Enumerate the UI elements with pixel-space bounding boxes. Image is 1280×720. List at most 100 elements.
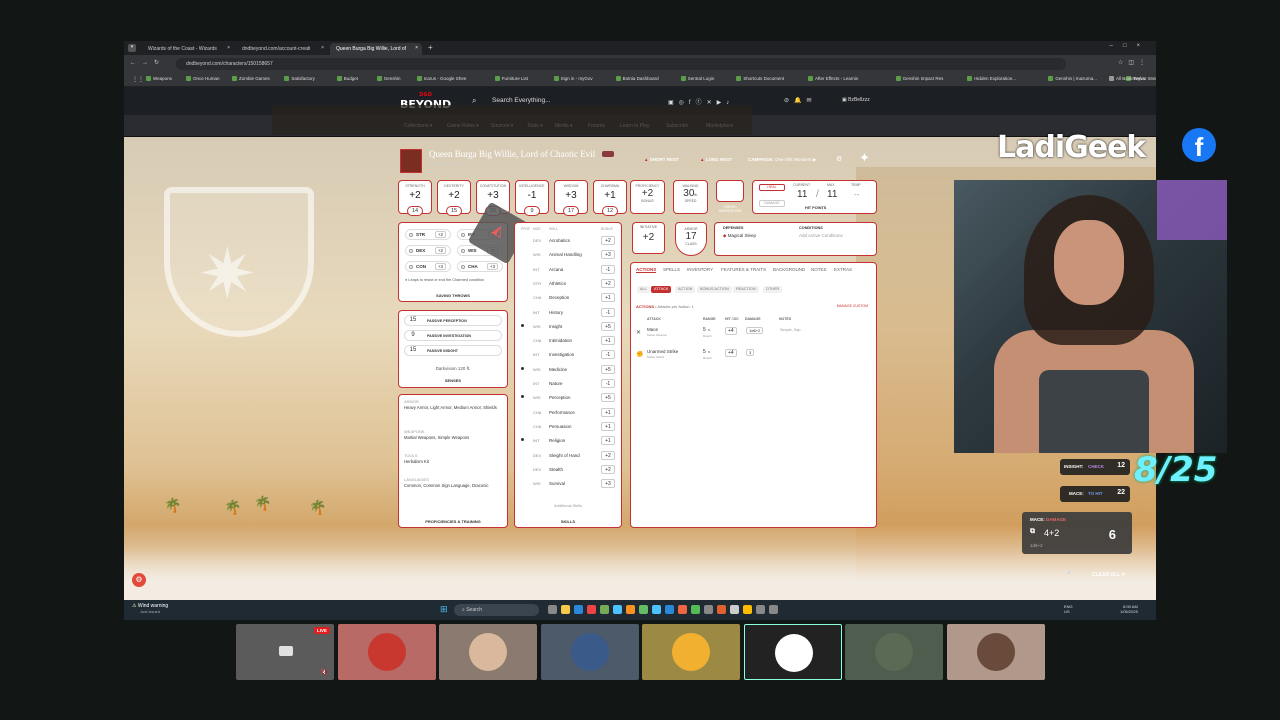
url-input[interactable]: dndbeyond.com/characters/150158657 (176, 58, 1066, 70)
save-dex[interactable]: DEX +2 (405, 245, 451, 256)
bookmark-item[interactable]: Satisfactory (284, 76, 315, 82)
nav-buttons-icon[interactable]: ←→↻ (130, 59, 165, 66)
skill-medicine[interactable]: WIS Medicine +5 (515, 363, 621, 377)
skill-survival[interactable]: WIS Survival +3 (515, 477, 621, 491)
taskbar-app-icon[interactable] (704, 605, 713, 614)
weather-widget[interactable]: ⚠ Wind warning Just issued (132, 603, 168, 614)
bookmark-item[interactable]: After Effects - Learnin (808, 76, 858, 82)
skill-stealth[interactable]: DEX Stealth +2 (515, 463, 621, 477)
character-portrait[interactable] (400, 149, 422, 173)
taskbar-search[interactable]: ⌕ Search (454, 604, 539, 616)
skill-animal-handling[interactable]: WIS Animal Handling +3 (515, 248, 621, 262)
participant-tile[interactable] (540, 624, 639, 680)
roll-mace[interactable]: MACE: TO HIT 22 (1060, 486, 1130, 502)
save-str[interactable]: STR +2 (405, 229, 451, 240)
tab-inventory[interactable]: INVENTORY (687, 267, 713, 272)
close-icon[interactable]: × (321, 45, 324, 51)
hp-temp[interactable]: -- (854, 190, 859, 199)
skill-perception[interactable]: WIS Perception +5 (515, 391, 621, 405)
taskbar-app-icon[interactable] (587, 605, 596, 614)
chevron-up-icon[interactable]: ⌃ (1066, 571, 1072, 579)
bookmark-item[interactable]: Sentral Login (680, 76, 714, 82)
initiative-box[interactable]: INITIATIVE +2 (632, 222, 665, 254)
filter-reaction[interactable]: REACTION (733, 286, 759, 293)
skill-athletics[interactable]: STR Athletics +2 (515, 277, 621, 291)
attack-hit[interactable]: +4 (725, 349, 737, 357)
tab-character[interactable]: Queen Burga Big Willie, Lord of × (330, 43, 422, 55)
taskbar-app-icon[interactable] (665, 605, 674, 614)
windows-start-icon[interactable]: ⊞ (440, 604, 448, 615)
taskbar-app-icon[interactable] (600, 605, 609, 614)
ability-dexterity[interactable]: DEXTERITY +2 15 (437, 180, 471, 216)
skill-history[interactable]: INT History -1 (515, 306, 621, 320)
participant-tile[interactable] (439, 624, 537, 680)
additional-skills[interactable]: Additional Skills (515, 503, 621, 508)
dice-icon[interactable]: ⚙ (132, 573, 146, 587)
class-icon[interactable]: ✦ (859, 150, 870, 166)
long-rest-button[interactable]: ▲ LONG REST (700, 157, 732, 162)
skill-performance[interactable]: CHA Performance +1 (515, 406, 621, 420)
heal-button[interactable]: HEAL (759, 184, 785, 191)
settings-icon[interactable]: ⚙ (836, 155, 842, 163)
bookmark-item[interactable]: Budget (336, 76, 358, 82)
ability-strength[interactable]: STRENGTH +2 14 (398, 180, 432, 216)
participant-tile[interactable] (946, 624, 1045, 680)
hp-current[interactable]: 11 (797, 189, 807, 200)
taskbar-app-icon[interactable] (652, 605, 661, 614)
skill-intimidation[interactable]: CHA Intimidation +1 (515, 334, 621, 348)
taskbar-app-icon[interactable] (613, 605, 622, 614)
clock[interactable]: 8:00 AM 1/05/2025 (1120, 604, 1138, 614)
tab-wizards[interactable]: Wizards of the Coast - Wizards × (142, 43, 234, 55)
apps-icon[interactable]: ⋮⋮ (132, 76, 144, 83)
close-icon[interactable]: × (227, 45, 230, 51)
skill-nature[interactable]: INT Nature -1 (515, 377, 621, 391)
taskbar-app-icon[interactable] (561, 605, 570, 614)
inspiration-toggle[interactable] (716, 180, 744, 202)
attack-row[interactable]: ✊ Unarmed Strike Melee Attack 5 ft. Reach +4 3 (634, 347, 870, 365)
bookmark-item[interactable]: Zombie Games (232, 76, 270, 82)
participant-tile[interactable]: LIVE 🔇 (236, 624, 334, 680)
user-menu[interactable]: ▣ BzBellzzz (842, 97, 870, 103)
filter-other[interactable]: OTHER (763, 286, 783, 293)
participant-tile[interactable] (845, 624, 943, 680)
roll-insight[interactable]: INSIGHT: CHECK 12 (1060, 459, 1130, 475)
damage-button[interactable]: DAMAGE (759, 200, 785, 207)
taskbar-app-icon[interactable] (756, 605, 765, 614)
close-icon[interactable]: × (415, 45, 418, 51)
filter-action[interactable]: ACTION (675, 286, 696, 293)
site-search-input[interactable]: Search Everything... (492, 97, 551, 104)
attack-row[interactable]: ✕ Mace Melee Weapon 5 ft. Reach +4 1d6+2 Simple,… (634, 325, 870, 343)
manage-badge[interactable] (602, 151, 614, 157)
attack-damage[interactable]: 1d6+2 (746, 327, 764, 334)
bookmark-item[interactable]: Shortcuts Document (736, 76, 784, 82)
tab-features-traits[interactable]: FEATURES & TRAITS (721, 267, 766, 272)
tab-extras[interactable]: EXTRAS (834, 267, 852, 272)
participant-tile[interactable] (337, 624, 436, 680)
taskbar-app-icon[interactable] (730, 605, 739, 614)
save-cha[interactable]: CHA +3 (457, 261, 503, 272)
window-controls[interactable]: –□× (1110, 43, 1150, 49)
taskbar-app-icon[interactable] (717, 605, 726, 614)
clear-all-button[interactable]: CLEAR ALL ✕ (1092, 572, 1126, 578)
language-indicator[interactable]: ENG US (1064, 604, 1073, 614)
skill-religion[interactable]: INT Religion +1 (515, 434, 621, 448)
bookmark-item[interactable]: Genshin (376, 76, 401, 82)
new-tab-icon[interactable]: + (428, 43, 433, 52)
bookmark-item[interactable]: Sign in - myGov (553, 76, 593, 82)
taskbar-app-icon[interactable] (639, 605, 648, 614)
notification-icons[interactable]: ⊘🔔✉ (784, 97, 817, 104)
campaign-button[interactable]: CAMPAIGN: One Shit Wonders ▶ (748, 157, 816, 163)
skill-acrobatics[interactable]: DEX Acrobatics +2 (515, 234, 621, 248)
participant-tile[interactable] (642, 624, 740, 680)
filter-attack[interactable]: ATTACK (651, 286, 672, 293)
ability-wisdom[interactable]: WISDOM +3 17 (554, 180, 588, 216)
skill-investigation[interactable]: INT Investigation -1 (515, 348, 621, 362)
skill-insight[interactable]: WIS Insight +5 (515, 320, 621, 334)
attack-damage[interactable]: 3 (746, 349, 755, 356)
tab-spells[interactable]: SPELLS (663, 267, 680, 272)
save-con[interactable]: CON +3 (405, 261, 451, 272)
manage-custom-button[interactable]: MANAGE CUSTOM (837, 304, 868, 308)
attack-hit[interactable]: +4 (725, 327, 737, 335)
bookmark-item[interactable]: Weapons (146, 76, 172, 82)
taskbar-app-icon[interactable] (626, 605, 635, 614)
